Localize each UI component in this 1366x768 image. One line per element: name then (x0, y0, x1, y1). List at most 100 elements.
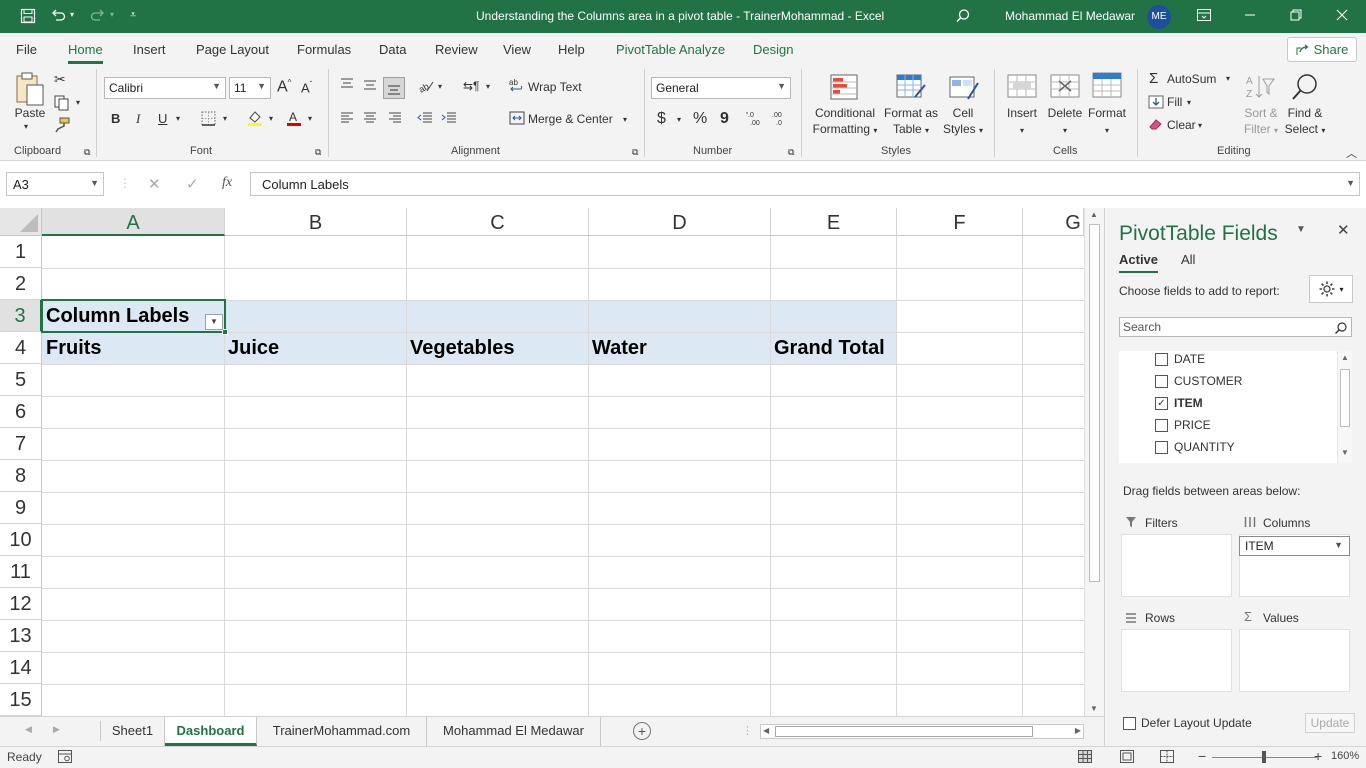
row-header-2[interactable]: 2 (0, 268, 42, 300)
pane-tab-all[interactable]: All (1181, 252, 1195, 267)
sheet-tab-sheet1[interactable]: Sheet1 (101, 717, 165, 746)
field-label-item[interactable]: ITEM (1174, 396, 1203, 414)
format-cells-button[interactable]: Format ▾ (1086, 105, 1128, 139)
rows-drop-area[interactable] (1121, 629, 1232, 692)
prev-sheet-icon[interactable]: ◀ (25, 724, 32, 735)
scroll-up-icon[interactable]: ▲ (1090, 210, 1098, 219)
close-icon[interactable] (1336, 9, 1348, 21)
align-middle-icon[interactable] (362, 78, 378, 92)
vertical-scrollbar[interactable]: ▲ ▼ (1084, 208, 1104, 716)
save-icon[interactable] (20, 8, 36, 24)
format-cells-icon[interactable] (1092, 71, 1122, 99)
cell-styles-icon[interactable] (948, 73, 980, 101)
select-all-corner[interactable] (0, 208, 42, 236)
cell-b4[interactable]: Juice (228, 337, 279, 360)
column-header-d[interactable]: D (589, 208, 771, 236)
avatar[interactable]: ME (1147, 5, 1171, 29)
field-label-date[interactable]: DATE (1174, 352, 1205, 370)
tab-view[interactable]: View (503, 42, 531, 57)
column-header-c[interactable]: C (407, 208, 589, 236)
paste-button[interactable]: Paste (14, 105, 46, 121)
conditional-formatting-icon[interactable] (829, 73, 859, 101)
search-icon[interactable] (955, 8, 971, 24)
sheet-tab-dashboard[interactable]: Dashboard (165, 717, 257, 746)
row-header-13[interactable]: 13 (0, 620, 42, 652)
macro-record-icon[interactable] (58, 750, 72, 766)
sort-filter-icon[interactable]: AZ (1245, 73, 1275, 101)
delete-cells-icon[interactable] (1050, 73, 1080, 99)
bold-icon[interactable]: B (111, 111, 120, 126)
customize-toolbar-icon[interactable]: ⩡ (130, 9, 136, 22)
field-label-price[interactable]: PRICE (1174, 418, 1211, 436)
add-sheet-icon[interactable]: + (633, 722, 651, 740)
row-header-12[interactable]: 12 (0, 588, 42, 620)
paste-icon[interactable] (14, 71, 46, 107)
copy-dropdown-icon[interactable]: ▾ (76, 98, 80, 107)
field-checkbox-customer[interactable] (1155, 375, 1168, 388)
expand-formula-icon[interactable]: ▼ (1346, 178, 1355, 188)
page-layout-view-icon[interactable] (1120, 750, 1134, 766)
column-header-a[interactable]: A (42, 208, 225, 236)
scroll-right-icon[interactable]: ▶ (1075, 726, 1081, 735)
copy-icon[interactable] (54, 95, 70, 111)
column-header-b[interactable]: B (225, 208, 407, 236)
user-name[interactable]: Mohammad El Medawar (1005, 9, 1135, 23)
format-as-table-button[interactable]: Format as Table ▾ (882, 105, 940, 139)
tab-split-icon[interactable]: ⋮ (742, 724, 753, 737)
cell-c4[interactable]: Vegetables (410, 337, 515, 360)
autosum-button[interactable]: AutoSum (1167, 72, 1216, 86)
cancel-entry-icon[interactable]: ✕ (148, 175, 161, 193)
tab-pivottable-analyze[interactable]: PivotTable Analyze (616, 42, 725, 57)
decrease-indent-icon[interactable] (417, 111, 433, 125)
defer-layout-checkbox[interactable] (1123, 717, 1136, 730)
row-header-10[interactable]: 10 (0, 524, 42, 556)
scroll-down-icon[interactable]: ▼ (1090, 704, 1098, 713)
scroll-down-icon[interactable]: ▼ (1341, 448, 1349, 457)
field-checkbox-price[interactable] (1155, 419, 1168, 432)
field-label-customer[interactable]: CUSTOMER (1174, 374, 1242, 392)
tab-insert[interactable]: Insert (133, 42, 166, 57)
field-label-quantity[interactable]: QUANTITY (1174, 440, 1235, 458)
tab-home[interactable]: Home (68, 42, 103, 64)
insert-cells-icon[interactable] (1007, 73, 1037, 99)
redo-dropdown-icon[interactable]: ▾ (110, 10, 114, 19)
percent-icon[interactable]: % (693, 110, 707, 128)
font-size-select[interactable]: 11 ▼ (229, 77, 271, 99)
wrap-text-icon[interactable]: ab (509, 77, 525, 93)
text-direction-icon[interactable]: ⇆¶ (463, 79, 480, 93)
increase-decimal-icon[interactable]: .0.00 (746, 109, 764, 127)
delete-cells-button[interactable]: Delete ▾ (1044, 105, 1086, 139)
row-header-11[interactable]: 11 (0, 556, 42, 588)
field-checkbox-item[interactable]: ✓ (1155, 397, 1168, 410)
decrease-decimal-icon[interactable]: .00.0 (770, 109, 788, 127)
clear-button[interactable]: Clear (1167, 118, 1196, 132)
cell-a4[interactable]: Fruits (46, 337, 102, 360)
text-direction-dropdown-icon[interactable]: ▾ (486, 82, 490, 91)
normal-view-icon[interactable] (1078, 750, 1092, 766)
tab-formulas[interactable]: Formulas (297, 42, 351, 57)
horizontal-scroll-thumb[interactable] (775, 726, 1033, 737)
wrap-text-button[interactable]: Wrap Text (528, 80, 582, 94)
increase-indent-icon[interactable] (441, 111, 457, 125)
tab-review[interactable]: Review (435, 42, 478, 57)
font-color-icon[interactable]: A (285, 109, 303, 127)
number-format-select[interactable]: General ▼ (651, 77, 791, 99)
field-search-input[interactable]: Search (1119, 317, 1352, 337)
tab-data[interactable]: Data (379, 42, 406, 57)
align-center-icon[interactable] (362, 111, 378, 125)
orientation-icon[interactable]: ab (417, 78, 435, 94)
column-labels-filter-button[interactable]: ▼ (205, 314, 223, 330)
name-box[interactable]: A3 ▼ (6, 172, 104, 196)
font-color-dropdown-icon[interactable]: ▾ (308, 114, 312, 123)
undo-icon[interactable] (50, 7, 66, 23)
font-launcher-icon[interactable]: ⧉ (315, 147, 321, 158)
currency-icon[interactable]: $ (657, 110, 666, 128)
comma-icon[interactable]: 9 (720, 110, 729, 128)
align-top-icon[interactable] (339, 77, 355, 91)
decrease-font-icon[interactable]: Aˇ (301, 80, 312, 95)
orientation-dropdown-icon[interactable]: ▾ (438, 82, 442, 91)
row-header-4[interactable]: 4 (0, 332, 42, 364)
collapse-ribbon-icon[interactable]: ︿ (1346, 145, 1357, 161)
scroll-left-icon[interactable]: ◀ (763, 726, 769, 735)
underline-dropdown-icon[interactable]: ▾ (176, 114, 180, 123)
